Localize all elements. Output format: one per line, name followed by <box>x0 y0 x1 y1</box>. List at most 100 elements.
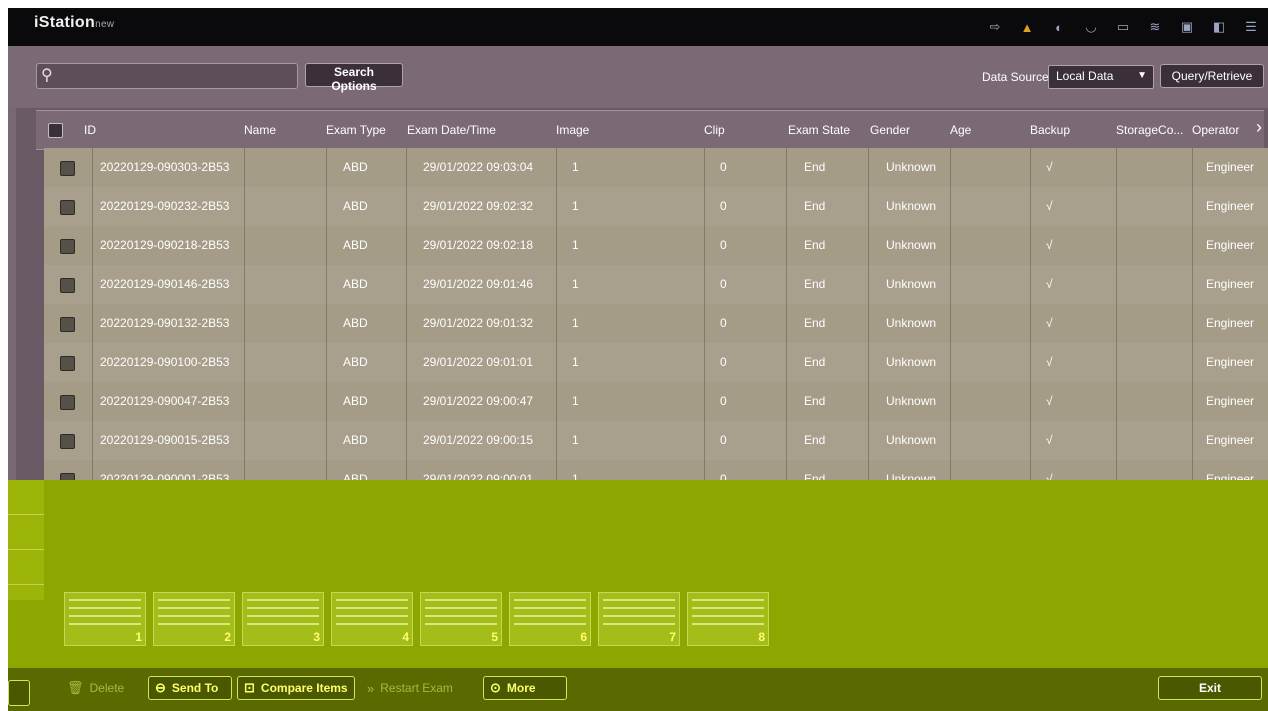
column-divider <box>244 382 245 421</box>
column-divider <box>704 421 705 460</box>
compare-items-button[interactable]: ⊡ Compare Items <box>237 676 355 700</box>
column-header-age[interactable]: Age <box>950 123 971 137</box>
row-checkbox[interactable] <box>60 200 75 215</box>
column-header-exam-type[interactable]: Exam Type <box>326 123 386 137</box>
column-header-name[interactable]: Name <box>244 123 276 137</box>
row-checkbox[interactable] <box>60 239 75 254</box>
thumbnail-preview-line <box>158 623 230 625</box>
column-divider <box>556 148 557 187</box>
image-thumbnail[interactable]: 3 <box>242 592 324 646</box>
cell-backup: √ <box>1046 199 1053 213</box>
column-divider <box>406 265 407 304</box>
cell-state: End <box>804 160 826 174</box>
column-header-id[interactable]: ID <box>84 123 96 137</box>
menu-icon[interactable]: ☰ <box>1240 18 1262 36</box>
column-divider <box>868 382 869 421</box>
thumbnail-preview-line <box>425 623 497 625</box>
column-divider <box>704 382 705 421</box>
cell-operator: Engineer <box>1206 355 1255 369</box>
data-source-select[interactable]: Local Data ▼ <box>1048 65 1154 89</box>
column-header-gender[interactable]: Gender <box>870 123 910 137</box>
send-to-button[interactable]: ⊖ Send To <box>148 676 232 700</box>
image-thumbnail[interactable]: 8 <box>687 592 769 646</box>
image-thumbnail[interactable]: 4 <box>331 592 413 646</box>
column-divider <box>1192 226 1193 265</box>
table-row[interactable]: 20220129-090047-2B53 ABD 29/01/2022 09:00:… <box>44 382 1268 422</box>
column-header-storage[interactable]: StorageCo... <box>1116 123 1183 137</box>
column-header-exam-state[interactable]: Exam State <box>788 123 850 137</box>
column-divider <box>556 226 557 265</box>
image-thumbnail[interactable]: 1 <box>64 592 146 646</box>
table-row[interactable]: 20220129-090232-2B53 ABD 29/01/2022 09:02:… <box>44 187 1268 227</box>
image-thumbnail[interactable]: 5 <box>420 592 502 646</box>
cell-date: 29/01/2022 09:01:32 <box>423 316 534 330</box>
printer-icon[interactable]: ▭ <box>1112 18 1134 36</box>
cell-state: End <box>804 355 826 369</box>
thumbnail-number: 7 <box>669 630 676 644</box>
thumbnail-preview-line <box>69 615 141 617</box>
thumbnail-preview-line <box>514 607 586 609</box>
thumbnail-number: 3 <box>313 630 320 644</box>
delete-button[interactable]: 🗑 Delete <box>60 676 138 700</box>
column-divider <box>1030 226 1031 265</box>
thumbnail-number: 5 <box>491 630 498 644</box>
query-retrieve-button[interactable]: Query/Retrieve <box>1160 64 1264 88</box>
row-checkbox[interactable] <box>60 434 75 449</box>
column-divider <box>92 265 93 304</box>
wifi-icon[interactable]: ≋ <box>1144 18 1166 36</box>
table-row[interactable]: 20220129-090218-2B53 ABD 29/01/2022 09:02:… <box>44 226 1268 266</box>
column-header-clip[interactable]: Clip <box>704 123 725 137</box>
row-checkbox[interactable] <box>60 356 75 371</box>
network-share-icon[interactable]: ◧ <box>1208 18 1230 36</box>
table-row[interactable]: 20220129-090303-2B53 ABD 29/01/2022 09:03:… <box>44 148 1268 188</box>
storage-icon[interactable]: ▣ <box>1176 18 1198 36</box>
image-thumbnail[interactable]: 2 <box>153 592 235 646</box>
cell-date: 29/01/2022 09:02:18 <box>423 238 534 252</box>
exit-button[interactable]: Exit <box>1158 676 1262 700</box>
app-title: iStation <box>34 14 96 31</box>
search-box[interactable]: ⚲ <box>36 63 298 89</box>
column-divider <box>1192 265 1193 304</box>
table-row[interactable]: 20220129-090132-2B53 ABD 29/01/2022 09:01:… <box>44 304 1268 344</box>
chevron-right-icon[interactable]: › <box>1256 117 1262 138</box>
cell-operator: Engineer <box>1206 238 1255 252</box>
row-checkbox[interactable] <box>60 161 75 176</box>
column-divider <box>556 265 557 304</box>
more-icon: ⊙ <box>490 680 501 695</box>
table-row[interactable]: 20220129-090015-2B53 ABD 29/01/2022 09:00:… <box>44 421 1268 461</box>
image-thumbnail[interactable]: 6 <box>509 592 591 646</box>
cell-gender: Unknown <box>886 316 937 330</box>
column-header-operator[interactable]: Operator <box>1192 123 1239 137</box>
thumbnail-preview-line <box>69 623 141 625</box>
image-thumbnail[interactable]: 7 <box>598 592 680 646</box>
column-divider <box>786 148 787 187</box>
restart-exam-button[interactable]: » Restart Exam <box>360 676 478 700</box>
table-row[interactable]: 20220129-090100-2B53 ABD 29/01/2022 09:01:… <box>44 343 1268 383</box>
column-header-image[interactable]: Image <box>556 123 589 137</box>
search-options-button[interactable]: Search Options <box>305 63 403 93</box>
cell-backup: √ <box>1046 160 1053 174</box>
row-checkbox[interactable] <box>60 317 75 332</box>
export-icon[interactable]: ⇨ <box>984 18 1006 36</box>
select-all-checkbox[interactable] <box>48 123 63 138</box>
search-toolbar: ⚲ Search Options Data Source: Local Data… <box>8 46 1268 108</box>
thumbnail-preview-line <box>692 623 764 625</box>
more-button[interactable]: ⊙ More <box>483 676 567 700</box>
usb-icon[interactable]: ◡ <box>1080 18 1102 36</box>
table-row[interactable]: 20220129-090146-2B53 ABD 29/01/2022 09:01:… <box>44 265 1268 305</box>
warning-icon[interactable]: ▲ <box>1016 18 1038 36</box>
cell-exam-type: ABD <box>343 277 368 291</box>
search-input[interactable] <box>61 66 295 86</box>
column-divider <box>786 226 787 265</box>
column-header-backup[interactable]: Backup <box>1030 123 1070 137</box>
side-toggle-button[interactable] <box>8 680 30 706</box>
cell-clip: 0 <box>720 433 727 447</box>
thumbnail-number: 2 <box>224 630 231 644</box>
thumbnail-preview-line <box>336 607 408 609</box>
row-checkbox[interactable] <box>60 278 75 293</box>
column-divider <box>950 265 951 304</box>
cell-backup: √ <box>1046 277 1053 291</box>
column-header-exam-date[interactable]: Exam Date/Time <box>407 123 496 137</box>
row-checkbox[interactable] <box>60 395 75 410</box>
network-icon[interactable]: ◐ <box>1048 18 1070 36</box>
